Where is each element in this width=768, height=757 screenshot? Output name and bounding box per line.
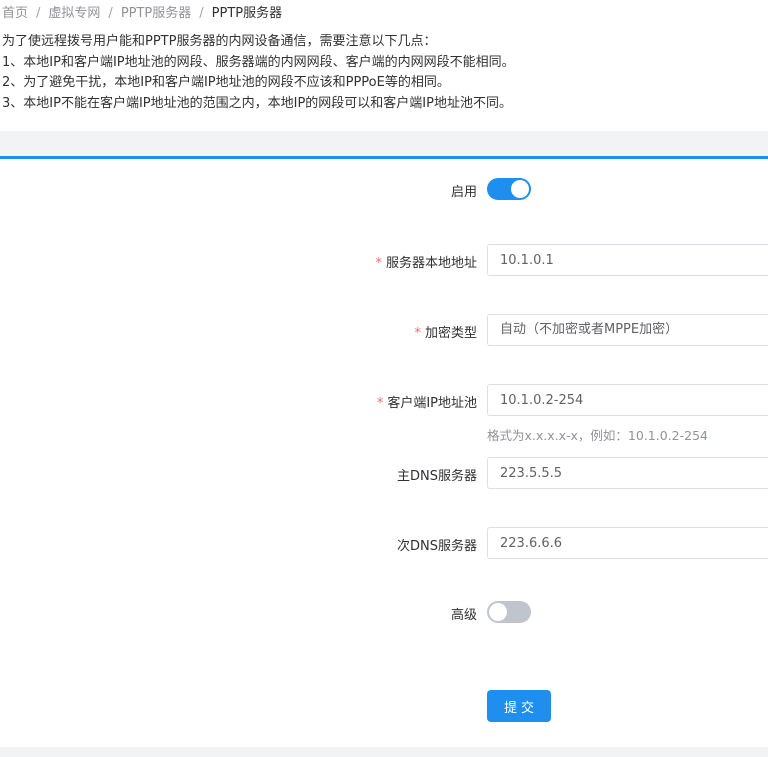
footer-band [0, 747, 768, 757]
submit-button[interactable]: 提交 [487, 690, 551, 722]
client-ip-pool-label: * 客户端IP地址池 [376, 396, 477, 411]
breadcrumb: 首页 / 虚拟专网 / PPTP服务器 / PPTP服务器 [2, 5, 282, 23]
advanced-switch[interactable] [487, 601, 531, 623]
breadcrumb-vpn[interactable]: 虚拟专网 [48, 6, 100, 21]
notice-line-1: 1、本地IP和客户端IP地址池的网段、服务器端的内网网段、客户端的内网网段不能相… [2, 54, 515, 70]
breadcrumb-separator: / [108, 6, 113, 21]
encryption-type-label: * 加密类型 [414, 326, 477, 341]
required-mark: * [376, 396, 384, 411]
primary-dns-input[interactable] [487, 457, 768, 489]
notice-line-3: 3、本地IP不能在客户端IP地址池的范围之内，本地IP的网段可以和客户端IP地址… [2, 95, 512, 111]
switch-knob [489, 603, 507, 621]
form-row-client-ip-pool: *客户端IP地址池 格式为x.x.x.x-x，例如：10.1.0.2-254 [0, 384, 768, 444]
server-local-address-input[interactable] [487, 244, 768, 276]
switch-knob [511, 180, 529, 198]
notice-text: 为了使远程拨号用户能和PPTP服务器的内网设备通信，需要注意以下几点： 1、本地… [2, 32, 515, 114]
primary-dns-label: 主DNS服务器 [397, 469, 477, 484]
breadcrumb-pptp-server[interactable]: PPTP服务器 [121, 6, 191, 21]
enable-switch[interactable] [487, 178, 531, 200]
breadcrumb-home[interactable]: 首页 [2, 6, 28, 21]
breadcrumb-separator: / [36, 6, 41, 21]
client-ip-pool-hint: 格式为x.x.x.x-x，例如：10.1.0.2-254 [487, 428, 708, 443]
notice-line-2: 2、为了避免干扰，本地IP和客户端IP地址池的网段不应该和PPPoE等的相同。 [2, 75, 450, 90]
secondary-dns-input[interactable] [487, 527, 768, 559]
section-header-band [0, 131, 768, 156]
form-row-enable: 启用 [0, 178, 768, 200]
enable-label: 启用 [450, 185, 477, 200]
form-row-encryption-type: * 加密类型 自动（不加密或者MPPE加密） [0, 314, 768, 346]
notice-line-intro: 为了使远程拨号用户能和PPTP服务器的内网设备通信，需要注意以下几点： [2, 34, 437, 49]
form-row-advanced: 高级 [0, 601, 768, 623]
breadcrumb-current: PPTP服务器 [211, 6, 283, 21]
form-row-secondary-dns: 次DNS服务器 [0, 527, 768, 559]
form-row-primary-dns: 主DNS服务器 [0, 457, 768, 489]
form-row-server-local-address: * 服务器本地地址 [0, 244, 768, 276]
server-local-address-label: * 服务器本地地址 [375, 256, 477, 271]
breadcrumb-separator: / [199, 6, 204, 21]
encryption-type-select[interactable]: 自动（不加密或者MPPE加密） [487, 314, 768, 346]
required-mark: * [414, 326, 421, 341]
secondary-dns-label: 次DNS服务器 [397, 539, 477, 554]
section-divider [0, 156, 768, 159]
advanced-label: 高级 [450, 608, 477, 623]
client-ip-pool-input[interactable] [487, 384, 768, 416]
required-mark: * [375, 256, 382, 271]
